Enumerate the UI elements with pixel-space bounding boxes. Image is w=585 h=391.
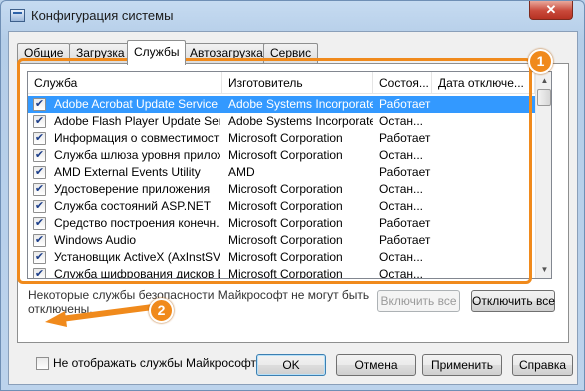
service-checkbox[interactable]: ✔ bbox=[33, 115, 46, 128]
service-status: Остан... bbox=[379, 267, 423, 279]
service-checkbox[interactable]: ✔ bbox=[33, 149, 46, 162]
service-checkbox[interactable]: ✔ bbox=[33, 268, 46, 278]
service-checkbox[interactable]: ✔ bbox=[33, 166, 46, 179]
service-status: Работает bbox=[379, 216, 431, 230]
list-header: Служба Изготовитель Состоя... Дата отклю… bbox=[28, 72, 535, 94]
enable-all-button[interactable]: Включить все bbox=[377, 290, 460, 312]
annotation-badge-2: 2 bbox=[149, 298, 174, 323]
table-row[interactable]: ✔ Установщик ActiveX (AxInstSV) Microsoft … bbox=[28, 249, 535, 266]
tab-tools[interactable]: Сервис bbox=[263, 43, 319, 63]
ok-button[interactable]: OK bbox=[256, 354, 326, 376]
service-manufacturer: Microsoft Corporation bbox=[228, 233, 343, 247]
column-header-service[interactable]: Служба bbox=[28, 72, 222, 94]
service-status: Работает bbox=[379, 165, 431, 179]
scroll-up-icon[interactable]: ▲ bbox=[536, 72, 551, 89]
service-manufacturer: Microsoft Corporation bbox=[228, 267, 343, 279]
system-configuration-window: Конфигурация системы ✕ Общие Загрузка Сл… bbox=[0, 0, 585, 391]
tab-startup[interactable]: Автозагрузка bbox=[183, 43, 270, 63]
service-checkbox[interactable]: ✔ bbox=[33, 234, 46, 247]
service-manufacturer: Microsoft Corporation bbox=[228, 199, 343, 213]
service-name: Удостоверение приложения bbox=[54, 182, 211, 196]
table-row[interactable]: ✔ Windows Audio Microsoft Corporation Работ… bbox=[28, 232, 535, 249]
help-button[interactable]: Справка bbox=[512, 354, 573, 376]
table-row[interactable]: ✔ Adobe Acrobat Update Service Adobe Syste… bbox=[28, 96, 535, 113]
service-name: Служба шифрования дисков Bi... bbox=[54, 267, 220, 279]
table-row[interactable]: ✔ Информация о совместимости ... Microsoft… bbox=[28, 130, 535, 147]
dialog-client-area: Общие Загрузка Службы Автозагрузка Серви… bbox=[8, 31, 578, 385]
service-status: Остан... bbox=[379, 182, 423, 196]
service-checkbox[interactable]: ✔ bbox=[33, 200, 46, 213]
service-checkbox[interactable]: ✔ bbox=[33, 98, 46, 111]
service-checkbox[interactable]: ✔ bbox=[33, 251, 46, 264]
cancel-button[interactable]: Отмена bbox=[336, 354, 416, 376]
service-manufacturer: Microsoft Corporation bbox=[228, 250, 343, 264]
column-header-date-disabled[interactable]: Дата отключе... bbox=[432, 72, 535, 94]
service-name: Установщик ActiveX (AxInstSV) bbox=[54, 250, 220, 264]
table-row[interactable]: ✔ Служба состояний ASP.NET Microsoft Corpo… bbox=[28, 198, 535, 215]
close-button[interactable]: ✕ bbox=[529, 1, 573, 20]
service-status: Работает bbox=[379, 131, 431, 145]
service-name: AMD External Events Utility bbox=[54, 165, 201, 179]
column-header-manufacturer[interactable]: Изготовитель bbox=[222, 72, 373, 94]
table-row[interactable]: ✔ Средство построения конечн... Microsoft … bbox=[28, 215, 535, 232]
service-name: Служба состояний ASP.NET bbox=[54, 199, 212, 213]
service-name: Информация о совместимости ... bbox=[54, 131, 220, 145]
column-header-status[interactable]: Состоя... bbox=[373, 72, 432, 94]
service-manufacturer: Microsoft Corporation bbox=[228, 182, 343, 196]
service-manufacturer: AMD bbox=[228, 165, 255, 179]
service-checkbox[interactable]: ✔ bbox=[33, 183, 46, 196]
service-status: Остан... bbox=[379, 114, 423, 128]
table-row[interactable]: ✔ Служба шифрования дисков Bi... Microsoft… bbox=[28, 266, 535, 279]
annotation-badge-1: 1 bbox=[528, 49, 553, 74]
table-row[interactable]: ✔ Служба шлюза уровня прилож... Microsoft … bbox=[28, 147, 535, 164]
service-checkbox[interactable]: ✔ bbox=[33, 132, 46, 145]
hide-ms-services-checkbox[interactable] bbox=[36, 357, 49, 370]
vertical-scrollbar[interactable]: ▲ ▼ bbox=[535, 72, 551, 278]
window-title: Конфигурация системы bbox=[31, 8, 174, 23]
service-manufacturer: Microsoft Corporation bbox=[228, 216, 343, 230]
service-checkbox[interactable]: ✔ bbox=[33, 217, 46, 230]
title-bar: Конфигурация системы ✕ bbox=[1, 1, 584, 31]
tab-services[interactable]: Службы bbox=[127, 40, 187, 65]
disable-all-button[interactable]: Отключить все bbox=[471, 290, 555, 312]
scroll-down-icon[interactable]: ▼ bbox=[536, 261, 551, 278]
service-status: Остан... bbox=[379, 199, 423, 213]
service-name: Средство построения конечн... bbox=[54, 216, 220, 230]
table-row[interactable]: ✔ Adobe Flash Player Update Service Adobe … bbox=[28, 113, 535, 130]
msconfig-icon bbox=[10, 9, 25, 22]
service-status: Остан... bbox=[379, 250, 423, 264]
table-row[interactable]: ✔ AMD External Events Utility AMD Работает bbox=[28, 164, 535, 181]
service-status: Остан... bbox=[379, 148, 423, 162]
service-manufacturer: Microsoft Corporation bbox=[228, 148, 343, 162]
services-tab-panel: Служба Изготовитель Состоя... Дата отклю… bbox=[17, 63, 569, 370]
service-manufacturer: Microsoft Corporation bbox=[228, 131, 343, 145]
tab-boot[interactable]: Загрузка bbox=[69, 43, 132, 63]
service-status: Работает bbox=[379, 233, 431, 247]
hide-ms-services-label[interactable]: Не отображать службы Майкрософт bbox=[53, 356, 256, 370]
list-rows: ✔ Adobe Acrobat Update Service Adobe Syste… bbox=[28, 96, 535, 279]
table-row[interactable]: ✔ Удостоверение приложения Microsoft Corpo… bbox=[28, 181, 535, 198]
service-name: Adobe Flash Player Update Service bbox=[54, 114, 220, 128]
service-manufacturer: Adobe Systems Incorporated bbox=[228, 114, 373, 128]
services-list[interactable]: Служба Изготовитель Состоя... Дата отклю… bbox=[27, 71, 552, 279]
tab-general[interactable]: Общие bbox=[17, 43, 71, 63]
apply-button[interactable]: Применить bbox=[422, 354, 502, 376]
service-name: Windows Audio bbox=[54, 233, 137, 247]
security-services-note: Некоторые службы безопасности Майкрософт… bbox=[28, 288, 370, 316]
service-name: Adobe Acrobat Update Service bbox=[54, 97, 219, 111]
scroll-thumb[interactable] bbox=[537, 89, 551, 106]
service-manufacturer: Adobe Systems Incorporated bbox=[228, 97, 373, 111]
service-status: Работает bbox=[379, 97, 431, 111]
service-name: Служба шлюза уровня прилож... bbox=[54, 148, 220, 162]
